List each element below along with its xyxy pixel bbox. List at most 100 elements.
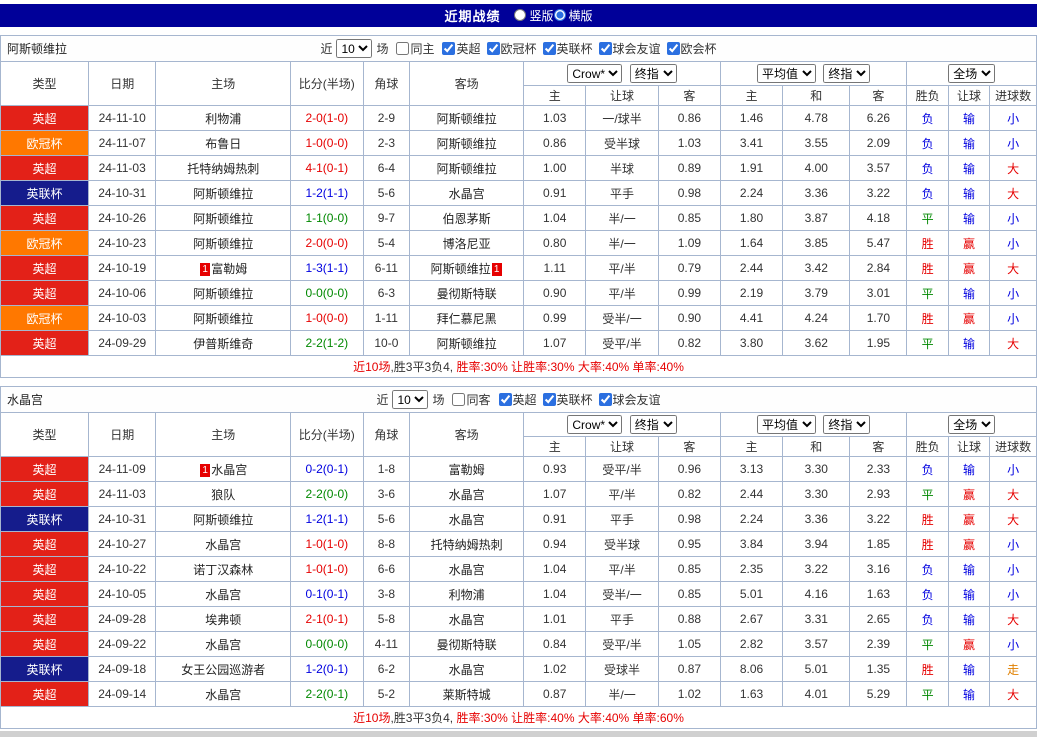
home-team-name[interactable]: 阿斯顿维拉 (155, 205, 292, 231)
match-score: 2-1(0-1) (290, 606, 364, 632)
euro-stage-select[interactable]: 终指 (823, 415, 871, 434)
asian-stage-select[interactable]: 终指 (629, 64, 677, 83)
average-select[interactable]: 平均值 (757, 415, 816, 434)
col-header-home: 主场 (155, 412, 292, 457)
home-team-name[interactable]: 女王公园巡游者 (155, 656, 292, 682)
euro-odds-draw: 3.79 (782, 280, 851, 306)
match-date: 24-11-03 (88, 155, 157, 181)
asian-odds-home: 0.80 (523, 230, 587, 256)
away-team-name[interactable]: 水晶宫 (409, 506, 525, 532)
league-filter-option[interactable]: 英超 (493, 391, 537, 408)
league-filter-checkbox[interactable] (498, 392, 512, 406)
away-team-name[interactable]: 托特纳姆热刺 (409, 531, 525, 557)
match-score: 1-2(1-1) (290, 506, 364, 532)
same-venue-checkbox[interactable] (452, 393, 466, 406)
layout-radio-horizontal[interactable] (553, 9, 566, 22)
home-team-name[interactable]: 阿斯顿维拉 (155, 506, 292, 532)
home-team-name[interactable]: 托特纳姆热刺 (155, 155, 292, 181)
home-team-name[interactable]: 水晶宫 (155, 581, 292, 607)
top-title-bar: 近期战绩 竖版 横版 (0, 4, 1037, 27)
euro-odds-draw: 3.55 (782, 130, 851, 156)
euro-stage-select[interactable]: 终指 (823, 64, 871, 83)
away-team-name[interactable]: 阿斯顿维拉 (409, 330, 525, 356)
recent-count-select[interactable]: 10 (392, 390, 429, 409)
away-team-name[interactable]: 水晶宫 (409, 180, 525, 206)
away-team-name[interactable]: 水晶宫 (409, 606, 525, 632)
league-filter-checkbox[interactable] (598, 41, 612, 55)
league-filter-option[interactable]: 欧冠杯 (481, 40, 537, 57)
away-team-name[interactable]: 水晶宫 (409, 481, 525, 507)
match-scope-select[interactable]: 全场 (948, 64, 996, 83)
league-filter-option[interactable]: 欧会杯 (661, 40, 717, 57)
home-team-name[interactable]: 诺丁汉森林 (155, 556, 292, 582)
league-filter-option[interactable]: 英超 (436, 40, 481, 57)
average-select[interactable]: 平均值 (757, 64, 816, 83)
league-filter-checkbox[interactable] (542, 392, 556, 406)
away-team-name[interactable]: 阿斯顿维拉 1 (409, 255, 525, 281)
away-team-name[interactable]: 富勒姆 (409, 456, 525, 482)
away-team-name[interactable]: 水晶宫 (409, 656, 525, 682)
corner-score: 5-8 (362, 606, 411, 632)
league-filter-checkbox[interactable] (542, 41, 556, 55)
same-venue-filter[interactable]: 同客 (446, 391, 491, 408)
match-row: 欧冠杯 24-10-03 阿斯顿维拉 1-0(0-0) 1-11 拜仁慕尼黑 0.99 受半/… (0, 305, 1037, 331)
league-filter-checkbox[interactable] (598, 392, 612, 406)
away-team-name[interactable]: 拜仁慕尼黑 (409, 305, 525, 331)
league-filter-option[interactable]: 球会友谊 (593, 40, 661, 57)
home-team-name[interactable]: 狼队 (155, 481, 292, 507)
home-team-name[interactable]: 水晶宫 (155, 681, 292, 707)
away-team-name[interactable]: 水晶宫 (409, 556, 525, 582)
home-team-name[interactable]: 水晶宫 (155, 531, 292, 557)
home-team-name[interactable]: 利物浦 (155, 105, 292, 131)
same-venue-checkbox[interactable] (396, 42, 410, 55)
euro-odds-draw: 3.36 (782, 180, 851, 206)
away-team-name[interactable]: 阿斯顿维拉 (409, 105, 525, 131)
matches-label: 场 (376, 42, 389, 56)
euro-odds-draw: 4.16 (782, 581, 851, 607)
home-team-name[interactable]: 阿斯顿维拉 (155, 180, 292, 206)
same-venue-filter[interactable]: 同主 (390, 40, 434, 57)
away-team-name[interactable]: 曼彻斯特联 (409, 631, 525, 657)
away-team-name[interactable]: 博洛尼亚 (409, 230, 525, 256)
league-filter-checkbox[interactable] (486, 41, 500, 55)
bookmaker-select[interactable]: Crow* (567, 64, 623, 83)
corner-score: 3-6 (362, 481, 411, 507)
asian-stage-select[interactable]: 终指 (629, 415, 677, 434)
corner-score: 2-3 (362, 130, 411, 156)
away-team-name[interactable]: 阿斯顿维拉 (409, 130, 525, 156)
asian-odds-away: 0.98 (657, 180, 721, 206)
asian-odds-line: 受球半 (585, 656, 659, 682)
euro-odds-away: 1.70 (849, 305, 908, 331)
asian-odds-away: 0.85 (657, 556, 721, 582)
league-filter-checkbox[interactable] (442, 41, 456, 55)
bookmaker-select[interactable]: Crow* (567, 415, 623, 434)
away-team-name[interactable]: 利物浦 (409, 581, 525, 607)
layout-radio-vertical-label[interactable]: 竖版 (514, 7, 554, 24)
away-team-name[interactable]: 阿斯顿维拉 (409, 155, 525, 181)
away-team-name[interactable]: 莱斯特城 (409, 681, 525, 707)
home-team-name[interactable]: 1 水晶宫 (155, 456, 292, 482)
away-team-name[interactable]: 曼彻斯特联 (409, 280, 525, 306)
home-team-name[interactable]: 伊普斯维奇 (155, 330, 292, 356)
home-team-name[interactable]: 布鲁日 (155, 130, 292, 156)
home-team-name[interactable]: 阿斯顿维拉 (155, 305, 292, 331)
league-filter-option[interactable]: 球会友谊 (593, 391, 661, 408)
match-scope-select[interactable]: 全场 (948, 415, 996, 434)
home-team-name[interactable]: 水晶宫 (155, 631, 292, 657)
recent-count-select[interactable]: 10 (336, 39, 373, 58)
recent-label: 近 (320, 42, 333, 56)
layout-radio-horizontal-label[interactable]: 横版 (553, 7, 593, 24)
asian-odds-away: 1.09 (657, 230, 721, 256)
home-team-name[interactable]: 阿斯顿维拉 (155, 230, 292, 256)
match-score: 1-0(1-0) (290, 556, 364, 582)
league-filter-checkbox[interactable] (666, 41, 680, 55)
corner-score: 5-6 (362, 506, 411, 532)
home-team-name[interactable]: 阿斯顿维拉 (155, 280, 292, 306)
asian-odds-away: 1.02 (657, 681, 721, 707)
home-team-name[interactable]: 1 富勒姆 (155, 255, 292, 281)
league-filter-option[interactable]: 英联杯 (537, 40, 593, 57)
layout-radio-vertical[interactable] (514, 9, 527, 22)
league-filter-option[interactable]: 英联杯 (537, 391, 593, 408)
home-team-name[interactable]: 埃弗顿 (155, 606, 292, 632)
away-team-name[interactable]: 伯恩茅斯 (409, 205, 525, 231)
